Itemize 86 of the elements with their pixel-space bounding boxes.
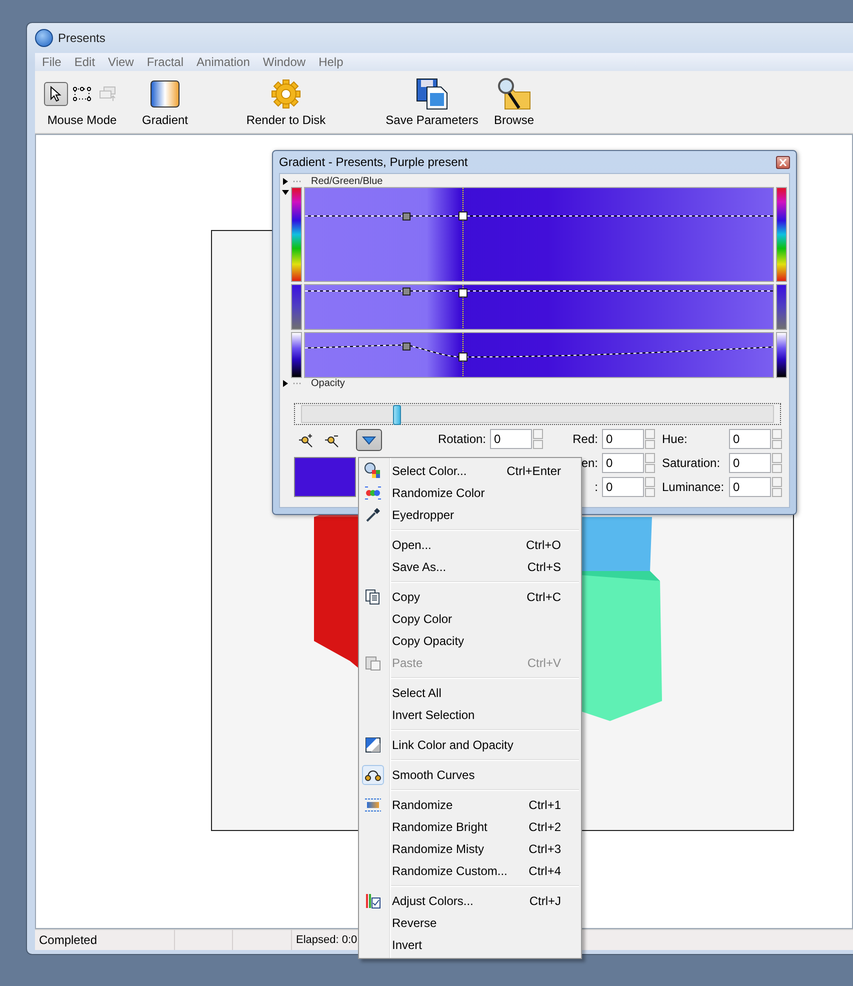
menu-item[interactable]: Randomize Color bbox=[359, 482, 581, 504]
section-label: Opacity bbox=[311, 378, 345, 389]
gradient-icon[interactable] bbox=[150, 80, 180, 108]
menu-item[interactable]: Link Color and Opacity bbox=[359, 734, 581, 756]
menu-item[interactable]: Select All bbox=[359, 682, 581, 704]
expand-arrow-icon[interactable] bbox=[282, 380, 289, 387]
gear-icon[interactable] bbox=[271, 79, 301, 109]
menu-item[interactable]: Adjust Colors... Ctrl+J bbox=[359, 890, 581, 912]
field-label: : bbox=[594, 480, 598, 494]
menu-item[interactable]: Randomize Bright Ctrl+2 bbox=[359, 816, 581, 838]
collapse-arrow-icon[interactable] bbox=[282, 189, 289, 196]
number-input[interactable]: 0 bbox=[602, 429, 644, 449]
adjust-colors-icon bbox=[365, 893, 381, 909]
menu-item[interactable]: Save As... Ctrl+S bbox=[359, 556, 581, 578]
gradient-curve-editor[interactable] bbox=[304, 187, 774, 282]
menu-item[interactable]: Smooth Curves bbox=[359, 764, 581, 786]
mouse-mode-button[interactable] bbox=[44, 82, 68, 106]
number-input[interactable]: 0 bbox=[729, 453, 771, 473]
menu-item[interactable]: View bbox=[103, 55, 142, 69]
eyedropper-icon bbox=[365, 507, 381, 523]
field-label: Luminance: bbox=[662, 480, 724, 494]
copy-icon bbox=[365, 589, 381, 605]
expand-arrow-icon[interactable] bbox=[282, 178, 289, 185]
section-label: Red/Green/Blue bbox=[311, 176, 383, 187]
paste-icon bbox=[365, 655, 381, 671]
number-input[interactable]: 0 bbox=[729, 477, 771, 497]
close-icon bbox=[779, 158, 787, 166]
drag-grip-icon bbox=[293, 179, 303, 184]
randomize-gradient-icon bbox=[364, 797, 382, 813]
stacked-windows-icon bbox=[99, 86, 117, 102]
number-input[interactable]: 0 bbox=[602, 453, 644, 473]
menu-item[interactable]: Eyedropper bbox=[359, 504, 581, 526]
toolbar-label[interactable]: Render to Disk bbox=[246, 113, 326, 127]
link-color-opacity-icon bbox=[365, 737, 381, 753]
menu-item[interactable]: Help bbox=[314, 55, 352, 69]
menu-item[interactable]: Copy Opacity bbox=[359, 630, 581, 652]
field-label: en: bbox=[581, 456, 598, 470]
menu-item[interactable]: Edit bbox=[69, 55, 104, 69]
app-logo-icon bbox=[35, 29, 53, 47]
menu-item[interactable]: Animation bbox=[192, 55, 258, 69]
slider-thumb[interactable] bbox=[393, 405, 402, 425]
number-input[interactable]: 0 bbox=[729, 429, 771, 449]
number-input[interactable]: 0 bbox=[490, 429, 532, 449]
status-text: Completed bbox=[39, 933, 98, 947]
position-slider[interactable] bbox=[301, 405, 774, 423]
menu-item[interactable]: Copy Color bbox=[359, 608, 581, 630]
color-scale-bar bbox=[291, 332, 302, 378]
color-scale-bar bbox=[776, 284, 787, 330]
menu-item[interactable]: File bbox=[37, 55, 70, 69]
field-label: Red: bbox=[572, 432, 598, 446]
number-input[interactable]: 0 bbox=[602, 477, 644, 497]
drag-grip-icon bbox=[293, 381, 303, 386]
random-colors-icon bbox=[364, 485, 382, 501]
arrow-pointer-icon bbox=[50, 86, 62, 102]
menu-item[interactable]: Randomize Custom... Ctrl+4 bbox=[359, 860, 581, 882]
floppy-disk-icon[interactable] bbox=[416, 78, 448, 110]
toolbar-label[interactable]: Gradient bbox=[142, 113, 188, 127]
field-label: Hue: bbox=[662, 432, 688, 446]
magnifier-folder-icon[interactable] bbox=[497, 78, 531, 110]
caret-icon bbox=[362, 436, 376, 444]
menu-item[interactable]: Copy Ctrl+C bbox=[359, 586, 581, 608]
window-title: Gradient - Presents, Purple present bbox=[279, 155, 468, 169]
field-label: Rotation: bbox=[438, 432, 486, 446]
toolbar-label[interactable]: Browse bbox=[494, 113, 534, 127]
color-scale-bar bbox=[776, 332, 787, 378]
menu-item[interactable]: Fractal bbox=[142, 55, 192, 69]
menu-item[interactable]: Open... Ctrl+O bbox=[359, 534, 581, 556]
menu-item[interactable]: Randomize Misty Ctrl+3 bbox=[359, 838, 581, 860]
color-palette-icon bbox=[364, 462, 382, 480]
gradient-curve-editor[interactable] bbox=[304, 332, 774, 378]
close-button[interactable] bbox=[776, 156, 790, 168]
menu-item[interactable]: Select Color... Ctrl+Enter bbox=[359, 460, 581, 482]
window-title: Presents bbox=[58, 31, 106, 45]
elapsed-time: Elapsed: 0:0 bbox=[296, 934, 358, 946]
dropdown-menu-button[interactable] bbox=[356, 429, 382, 451]
menu-item[interactable]: Invert Selection bbox=[359, 704, 581, 726]
gradient-curve-editor[interactable] bbox=[304, 284, 774, 330]
menu-item[interactable]: Reverse bbox=[359, 912, 581, 934]
menu-item[interactable]: Randomize Ctrl+1 bbox=[359, 794, 581, 816]
dotted-selection-icon bbox=[73, 86, 91, 102]
field-label: Saturation: bbox=[662, 456, 720, 470]
color-scale-bar bbox=[291, 284, 302, 330]
toolbar-label: Mouse Mode bbox=[47, 113, 117, 127]
toolbar-label[interactable]: Save Parameters bbox=[386, 113, 478, 127]
menu-item[interactable]: Window bbox=[258, 55, 314, 69]
menu-item[interactable]: Invert bbox=[359, 934, 581, 956]
